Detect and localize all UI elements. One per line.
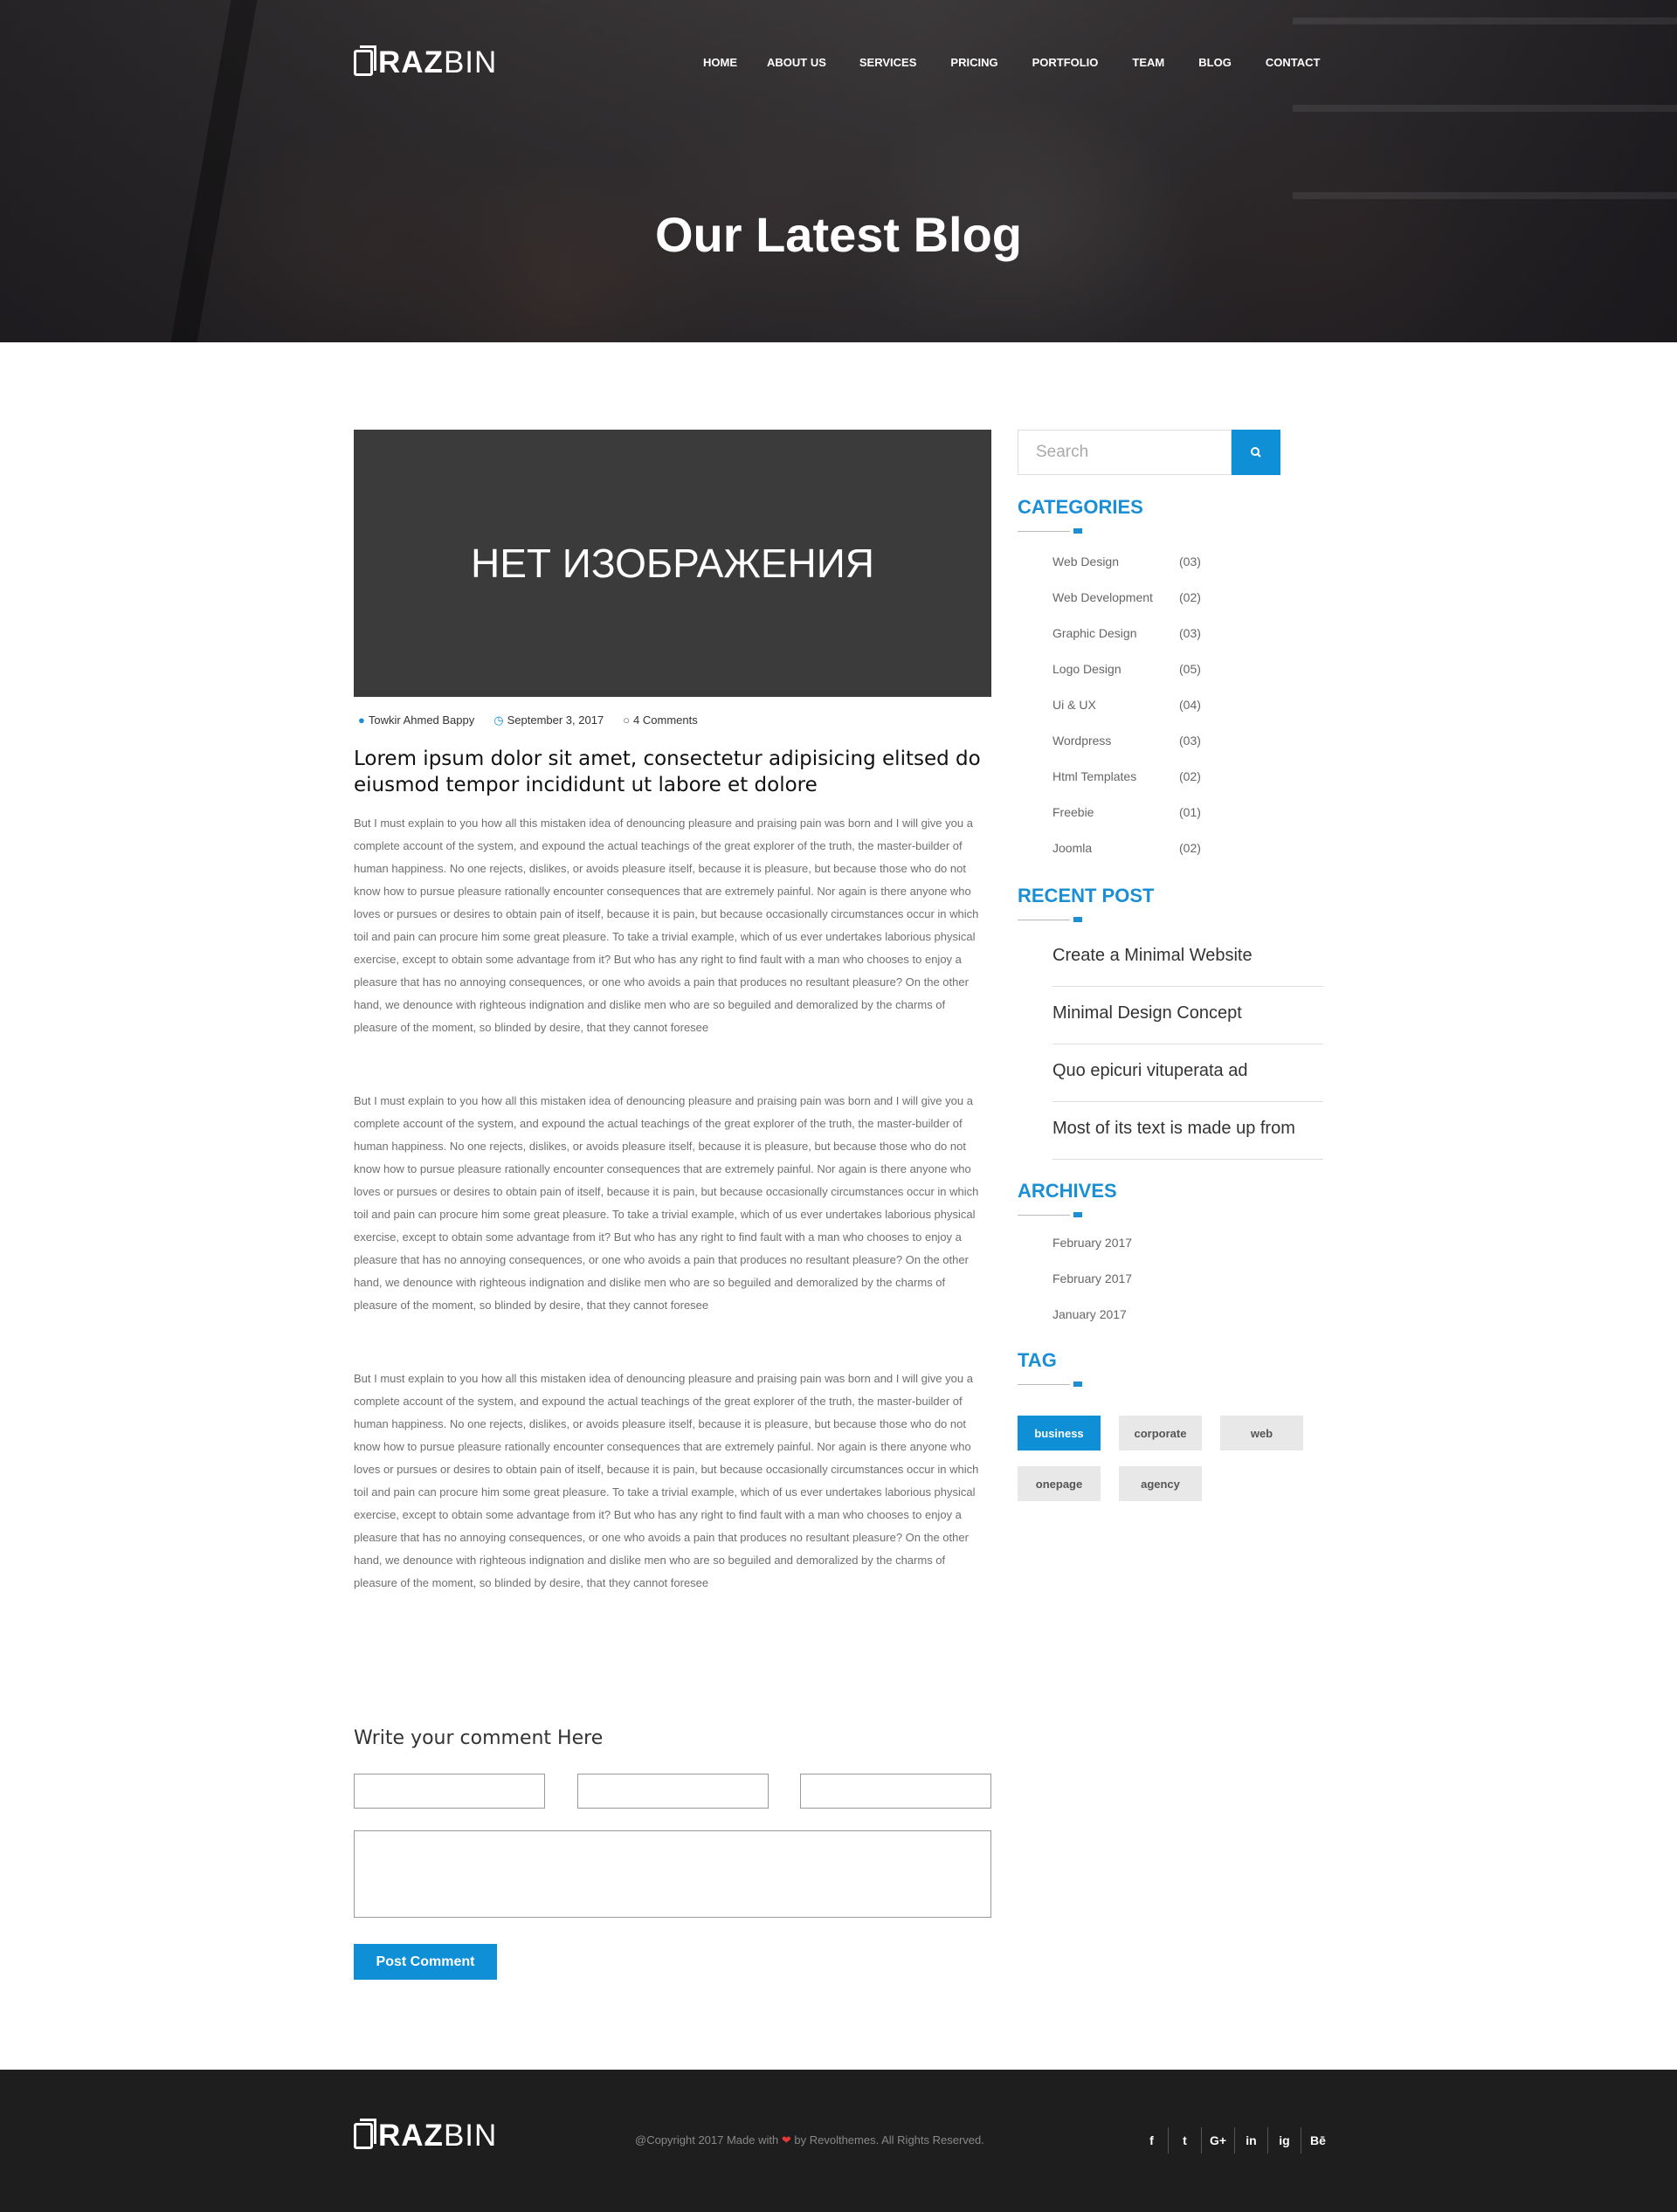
tag-business[interactable]: business xyxy=(1018,1416,1101,1451)
twitter-icon[interactable]: t xyxy=(1169,2127,1202,2153)
page-title: Our Latest Blog xyxy=(654,207,1023,262)
archive-link[interactable]: February 2017 xyxy=(1052,1271,1132,1285)
tag-agency[interactable]: agency xyxy=(1119,1466,1202,1501)
post-comment-button[interactable]: Post Comment xyxy=(354,1944,497,1980)
social-links: f t G+ in ig Bē xyxy=(1135,2127,1335,2153)
title-divider xyxy=(1018,1382,1087,1387)
comment-message-textarea[interactable] xyxy=(354,1830,991,1918)
nav-pricing[interactable]: PRICING xyxy=(950,54,997,72)
instagram-icon[interactable]: ig xyxy=(1268,2127,1301,2153)
logo-icon xyxy=(354,2119,376,2149)
footer-logo[interactable]: RAZ BIN xyxy=(354,2119,497,2153)
search-button[interactable] xyxy=(1232,430,1280,475)
post-image-placeholder: НЕТ ИЗОБРАЖЕНИЯ xyxy=(354,430,991,697)
recent-post-link[interactable]: Most of its text is made up from xyxy=(1052,1102,1323,1160)
category-item[interactable]: Logo Design (05) xyxy=(1052,662,1201,676)
post-date: ◷ September 3, 2017 xyxy=(493,713,604,727)
hero-banner xyxy=(0,0,1677,342)
search-icon xyxy=(1251,447,1261,458)
main-nav: HOME ABOUT US SERVICES PRICING PORTFOLIO… xyxy=(703,54,1320,72)
nav-portfolio[interactable]: PORTFOLIO xyxy=(1032,54,1099,72)
search-input[interactable]: Search xyxy=(1018,430,1232,475)
archive-link[interactable]: February 2017 xyxy=(1052,1236,1132,1250)
comment-website-input[interactable] xyxy=(800,1774,991,1809)
category-item[interactable]: Graphic Design (03) xyxy=(1052,626,1201,640)
recent-post-title: RECENT POST xyxy=(1018,885,1155,906)
nav-about[interactable]: ABOUT US xyxy=(767,54,826,72)
recent-post-link[interactable]: Minimal Design Concept xyxy=(1052,987,1323,1044)
category-item[interactable]: Joomla (02) xyxy=(1052,841,1201,855)
tag-onepage[interactable]: onepage xyxy=(1018,1466,1101,1501)
post-paragraph: But I must explain to you how all this m… xyxy=(354,1372,979,1589)
image-placeholder-text: НЕТ ИЗОБРАЖЕНИЯ xyxy=(470,541,875,586)
post-meta: ● Towkir Ahmed Bappy ◷ September 3, 2017 ○… xyxy=(358,713,698,727)
post-paragraph: But I must explain to you how all this m… xyxy=(354,817,979,1034)
recent-post-link[interactable]: Create a Minimal Website xyxy=(1052,929,1323,987)
archive-link[interactable]: January 2017 xyxy=(1052,1307,1127,1321)
title-divider xyxy=(1018,1212,1087,1217)
recent-post-link[interactable]: Quo epicuri vituperata ad xyxy=(1052,1044,1323,1102)
post-title: Lorem ipsum dolor sit amet, consectetur … xyxy=(354,748,981,796)
heart-icon: ❤ xyxy=(781,2133,791,2147)
nav-blog[interactable]: BLOG xyxy=(1198,54,1232,72)
category-item[interactable]: Ui & UX (04) xyxy=(1052,698,1201,712)
post-author[interactable]: ● Towkir Ahmed Bappy xyxy=(358,713,474,727)
category-item[interactable]: Html Templates (02) xyxy=(1052,769,1201,783)
category-item[interactable]: Web Development (02) xyxy=(1052,590,1201,604)
title-divider xyxy=(1018,528,1087,534)
category-item[interactable]: Web Design (03) xyxy=(1052,555,1201,569)
comment-name-input[interactable] xyxy=(354,1774,545,1809)
clock-icon: ◷ xyxy=(493,713,504,727)
google-plus-icon[interactable]: G+ xyxy=(1202,2127,1235,2153)
post-comments[interactable]: ○ 4 Comments xyxy=(623,713,698,727)
nav-contact[interactable]: CONTACT xyxy=(1266,54,1321,72)
logo[interactable]: RAZ BIN xyxy=(354,45,497,80)
categories-title: CATEGORIES xyxy=(1018,496,1143,518)
nav-services[interactable]: SERVICES xyxy=(859,54,917,72)
logo-icon xyxy=(354,45,376,76)
linkedin-icon[interactable]: in xyxy=(1235,2127,1268,2153)
facebook-icon[interactable]: f xyxy=(1135,2127,1169,2153)
tag-title: TAG xyxy=(1018,1349,1057,1371)
tag-web[interactable]: web xyxy=(1220,1416,1303,1451)
user-icon: ● xyxy=(358,713,365,727)
nav-home[interactable]: HOME xyxy=(703,54,737,72)
title-divider xyxy=(1018,917,1087,922)
post-paragraph: But I must explain to you how all this m… xyxy=(354,1094,979,1312)
tag-corporate[interactable]: corporate xyxy=(1119,1416,1202,1451)
category-item[interactable]: Freebie (01) xyxy=(1052,805,1201,819)
copyright: @Copyright 2017 Made with ❤ by Revolthem… xyxy=(635,2133,984,2147)
comment-form-title: Write your comment Here xyxy=(354,1727,604,1749)
behance-icon[interactable]: Bē xyxy=(1301,2127,1335,2153)
archives-title: ARCHIVES xyxy=(1018,1180,1117,1202)
nav-team[interactable]: TEAM xyxy=(1132,54,1164,72)
comment-icon: ○ xyxy=(623,713,631,727)
category-item[interactable]: Wordpress (03) xyxy=(1052,734,1201,748)
comment-email-input[interactable] xyxy=(577,1774,769,1809)
